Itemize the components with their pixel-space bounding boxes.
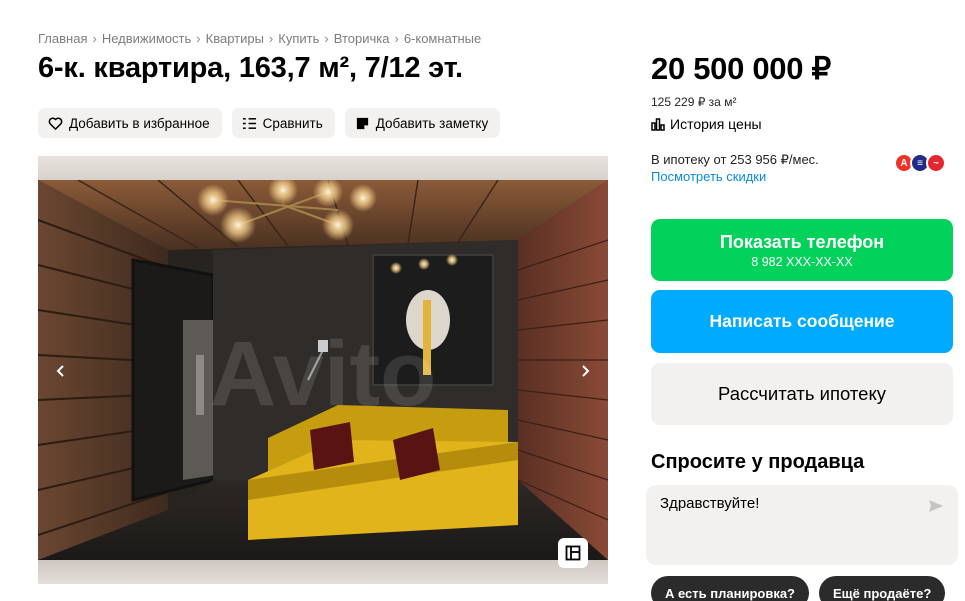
apartment-photo: Avito [38, 180, 608, 560]
price-per-m2: 125 229 ₽ за м² [651, 95, 737, 109]
breadcrumb-item-apartments[interactable]: Квартиры [206, 31, 264, 46]
breadcrumb-item-buy[interactable]: Купить [278, 31, 319, 46]
prev-photo-button[interactable] [46, 356, 76, 386]
photo-blur-bottom [38, 560, 608, 584]
show-phone-button[interactable]: Показать телефон 8 982 XXX-XX-XX [651, 219, 953, 281]
compare-label: Сравнить [262, 115, 323, 131]
calculate-mortgage-button[interactable]: Рассчитать ипотеку [651, 363, 953, 425]
add-note-button[interactable]: Добавить заметку [344, 108, 501, 138]
add-favorite-label: Добавить в избранное [69, 115, 210, 131]
chevron-right-icon: › [268, 31, 274, 46]
chevron-right-icon [582, 365, 590, 377]
breadcrumb-item-rooms[interactable]: 6-комнатные [404, 31, 481, 46]
photo-gallery[interactable]: Avito [38, 156, 608, 584]
breadcrumb-item-realty[interactable]: Недвижимость [102, 31, 191, 46]
note-icon [356, 117, 368, 129]
avito-watermark: Avito [210, 323, 437, 425]
listing-actions: Добавить в избранное Сравнить Добавить з… [38, 108, 501, 138]
chevron-right-icon: › [324, 31, 329, 46]
price-total: 20 500 000 ₽ [651, 51, 831, 86]
add-note-label: Добавить заметку [375, 115, 489, 131]
masked-phone-number: 8 982 XXX-XX-XX [751, 254, 853, 269]
chip-still-selling-question[interactable]: Ещё продаёте? [819, 576, 946, 601]
compare-icon [242, 117, 256, 129]
breadcrumb-item-home[interactable]: Главная [38, 31, 87, 46]
floor-plan-button[interactable] [558, 538, 588, 568]
price-history-label: История цены [670, 116, 762, 132]
ask-seller-heading: Спросите у продавца [651, 451, 865, 473]
ask-seller-text: Здравствуйте! [660, 495, 760, 512]
bar-chart-icon [651, 118, 665, 131]
photo-blur-top [38, 156, 608, 180]
quick-questions: А есть планировка? Ещё продаёте? [651, 576, 946, 601]
see-discounts-link[interactable]: Посмотреть скидки [651, 169, 766, 184]
mts-bank-icon: ~ [926, 153, 946, 173]
breadcrumb-item-secondary[interactable]: Вторичка [334, 31, 390, 46]
page-title: 6-к. квартира, 163,7 м², 7/12 эт. [38, 52, 463, 84]
breadcrumb: Главная › Недвижимость › Квартиры › Купить ›… [38, 31, 481, 46]
write-message-button[interactable]: Написать сообщение [651, 290, 953, 353]
ask-seller-input[interactable]: Здравствуйте! [646, 485, 958, 565]
floor-plan-icon [565, 545, 581, 561]
chevron-right-icon: › [92, 31, 97, 46]
add-favorite-button[interactable]: Добавить в избранное [38, 108, 222, 138]
send-icon[interactable] [928, 498, 944, 514]
chip-floor-plan-question[interactable]: А есть планировка? [651, 576, 809, 601]
chevron-left-icon [56, 365, 64, 377]
price-history-link[interactable]: История цены [651, 116, 762, 132]
mortgage-offer: В ипотеку от 253 956 ₽/мес. [651, 152, 819, 167]
show-phone-label: Показать телефон [719, 231, 885, 252]
next-photo-button[interactable] [570, 356, 600, 386]
heart-icon [48, 116, 63, 130]
chevron-right-icon: › [196, 31, 201, 46]
bank-logos[interactable]: А ≡ ~ [894, 153, 946, 173]
compare-button[interactable]: Сравнить [231, 108, 335, 138]
chevron-right-icon: › [394, 31, 399, 46]
